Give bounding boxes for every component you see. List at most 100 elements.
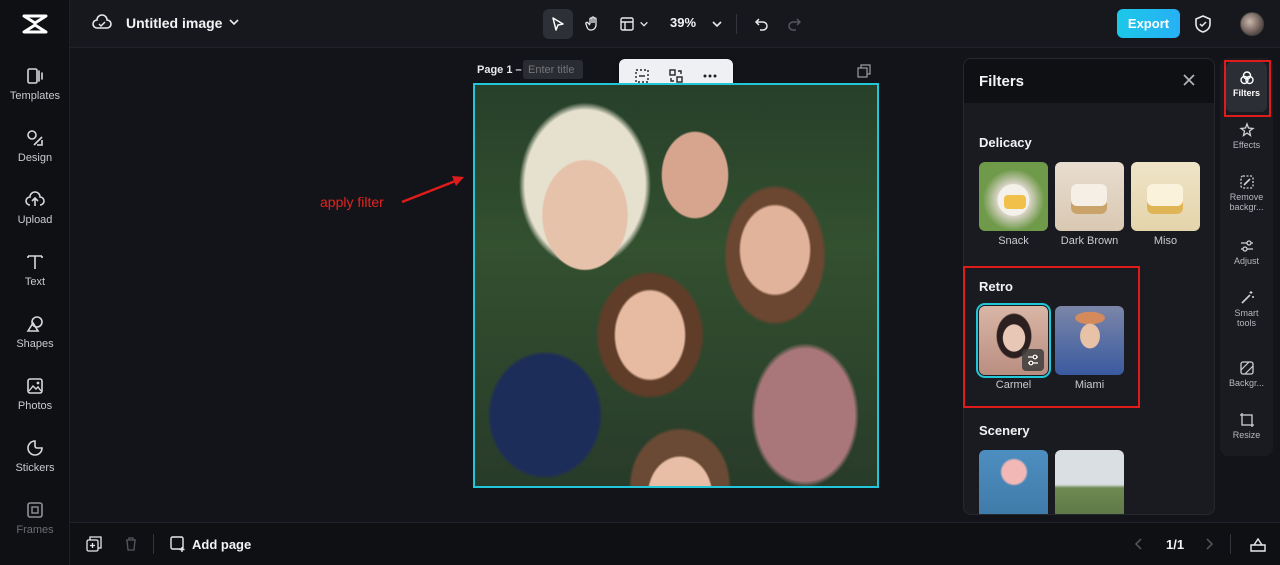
add-page-duplicate-icon[interactable] [86,536,102,552]
page-title-input[interactable] [523,60,583,79]
sidebar-item-frames[interactable]: Frames [0,500,70,556]
rightbar-item-label: Backgr... [1228,378,1264,388]
rightbar-item-label: Smart tools [1234,308,1259,328]
shield-icon[interactable] [1194,14,1212,34]
top-bar: Untitled image 39% Export [70,0,1280,48]
cake-shape [1071,184,1107,214]
canvas-area: Page 1 – [70,48,960,522]
redo-icon [788,18,802,31]
family-photo [475,85,877,486]
filter-thumb-dark-brown[interactable] [1055,162,1124,231]
select-tool-button[interactable] [543,9,573,39]
delete-page-icon[interactable] [123,536,139,552]
sidebar-item-label: Photos [17,400,53,412]
section-title-scenery: Scenery [979,423,1030,438]
document-title[interactable]: Untitled image [126,15,222,31]
sidebar-item-label: Design [17,152,53,164]
filter-label: Snack [998,235,1029,247]
rightbar-item-label: Resize [1232,430,1261,440]
toolbar-divider [736,14,737,34]
chevron-down-icon[interactable] [228,16,240,28]
rightbar-item-background[interactable]: Backgr... [1220,360,1273,388]
next-page-icon[interactable] [1204,538,1214,550]
previous-page-icon[interactable] [1134,538,1144,550]
duplicate-page-icon[interactable] [857,64,871,78]
annotation-label: apply filter [320,194,384,210]
filter-thumb-snack[interactable] [979,162,1048,231]
effects-icon [1238,122,1255,138]
selected-image[interactable] [473,83,879,488]
remove-background-icon [1239,175,1254,189]
right-toolbar: Filters Effects Remove backgr... Adjust … [1220,58,1273,456]
capcut-logo-icon[interactable] [19,10,51,38]
zoom-chevron-down-icon[interactable] [711,18,723,30]
annotation-arrow-icon [401,176,464,204]
bottom-divider [153,534,154,554]
filters-panel-header: Filters [964,59,1214,103]
section-title-delicacy: Delicacy [979,135,1032,150]
page-label: Page 1 – [477,64,522,76]
export-button[interactable]: Export [1117,9,1180,38]
left-sidebar: Templates Design Upload Text Shapes Phot… [0,0,70,565]
sidebar-item-shapes[interactable]: Shapes [0,314,70,370]
filters-highlight-box [1224,60,1271,117]
rightbar-item-remove-background[interactable]: Remove backgr... [1220,174,1273,212]
close-icon[interactable] [1182,73,1196,87]
undo-button[interactable] [750,9,772,39]
design-icon [27,130,43,146]
rightbar-item-smart-tools[interactable]: Smart tools [1220,290,1273,328]
sidebar-item-templates[interactable]: Templates [0,66,70,122]
rightbar-item-label: Remove backgr... [1229,192,1264,212]
sidebar-item-label: Upload [17,214,53,226]
filter-thumb-scenery-field[interactable] [1055,450,1124,514]
photos-icon [27,378,43,394]
sidebar-item-photos[interactable]: Photos [0,376,70,432]
shapes-icon [26,316,43,332]
sidebar-item-design[interactable]: Design [0,128,70,184]
replace-icon [669,69,683,83]
upload-icon [25,191,45,206]
cake-shape [1147,184,1183,214]
background-icon [1239,361,1254,375]
sidebar-item-text[interactable]: Text [0,252,70,308]
hand-icon [585,16,597,31]
sidebar-item-label: Frames [16,524,54,536]
text-icon [27,255,43,269]
zoom-level[interactable]: 39% [670,15,696,30]
redo-button[interactable] [784,9,806,39]
page-indicator: 1/1 [1166,537,1185,552]
resize-icon [1239,413,1254,427]
rightbar-item-effects[interactable]: Effects [1220,122,1273,150]
cloud-sync-icon[interactable] [92,14,112,32]
filter-label: Miso [1153,235,1178,247]
layout-icon [620,17,634,31]
add-page-icon[interactable] [170,536,186,552]
frames-icon [27,502,43,518]
rightbar-item-label: Effects [1232,140,1261,150]
rightbar-item-resize[interactable]: Resize [1220,412,1273,440]
sidebar-item-label: Stickers [15,462,55,474]
undo-icon [754,18,768,31]
add-page-button[interactable]: Add page [192,537,251,552]
adjust-icon [1240,240,1253,252]
cursor-icon [552,17,564,31]
templates-icon [27,68,43,84]
sidebar-item-label: Templates [9,90,61,102]
sidebar-item-stickers[interactable]: Stickers [0,438,70,494]
stickers-icon [27,440,43,456]
more-dots-icon [703,74,717,78]
collapse-pages-icon[interactable] [1250,536,1266,552]
chevron-down-icon [640,21,648,27]
bottom-divider [1230,534,1231,554]
filter-thumb-scenery-rose[interactable] [979,450,1048,514]
layout-dropdown-button[interactable] [614,9,654,39]
avatar[interactable] [1240,12,1264,36]
panel-title: Filters [979,73,1025,90]
hand-tool-button[interactable] [578,9,608,39]
filter-thumb-miso[interactable] [1131,162,1200,231]
sidebar-item-upload[interactable]: Upload [0,190,70,246]
retro-highlight-box [963,266,1140,408]
sidebar-item-label: Shapes [16,338,54,350]
filter-label: Dark Brown [1060,235,1119,247]
rightbar-item-adjust[interactable]: Adjust [1220,238,1273,266]
